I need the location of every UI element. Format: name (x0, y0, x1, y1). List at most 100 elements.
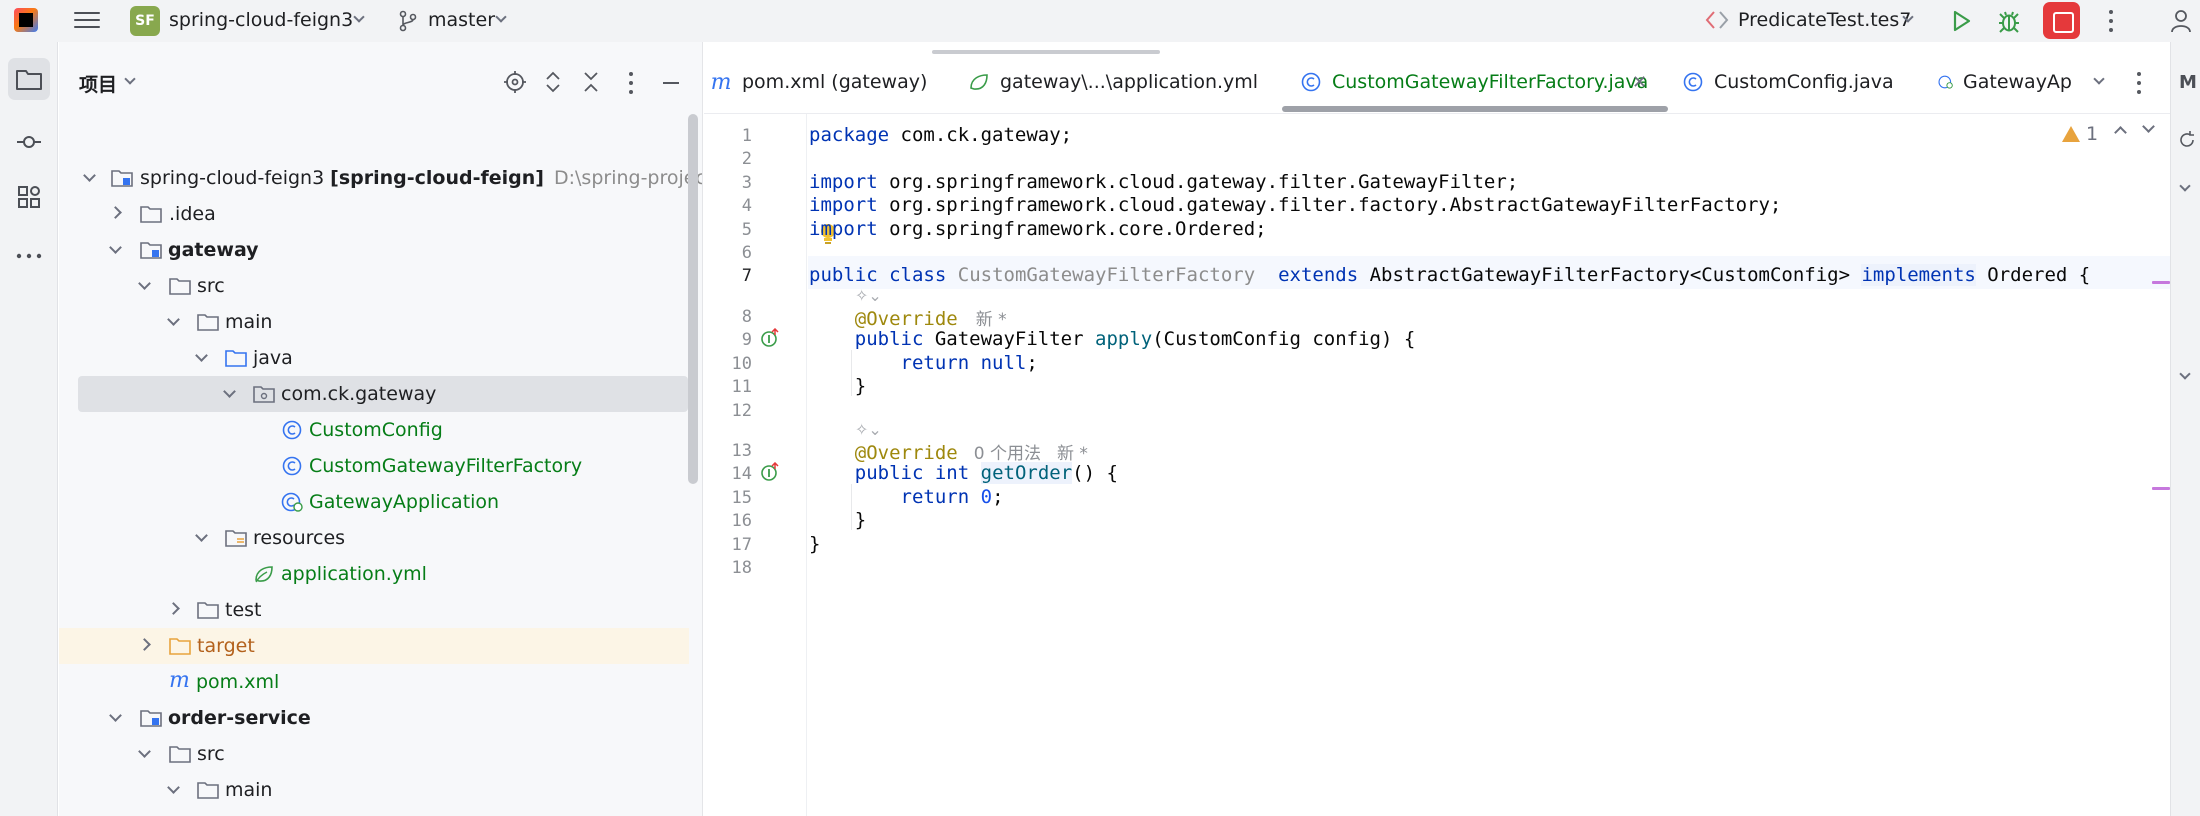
ai-assistant-icon[interactable]: ✧⌄ (855, 286, 882, 305)
close-tab-icon[interactable]: ✕ (1632, 72, 1647, 93)
next-highlight-icon[interactable] (2142, 120, 2155, 133)
line-number: 3 (741, 173, 752, 193)
tree-row[interactable]: resources (59, 520, 689, 556)
error-stripe-mark[interactable] (2152, 281, 2170, 284)
line-number: 15 (731, 488, 752, 508)
warning-count: 1 (2086, 123, 2099, 145)
code-area[interactable]: 1 1 2 3 4 5 6 7 8 9 10 11 12 13 14 15 16… (704, 114, 2170, 816)
tree-row[interactable]: CustomGatewayFilterFactory (59, 448, 689, 484)
chevron-down-icon[interactable] (109, 709, 122, 722)
chevron-down-icon[interactable] (138, 277, 151, 290)
tree-row[interactable]: java (59, 340, 689, 376)
spring-yml-icon (970, 74, 988, 90)
implements-method-icon[interactable] (760, 328, 780, 348)
user-icon[interactable] (2170, 8, 2196, 34)
chevron-down-icon[interactable] (223, 385, 236, 398)
tree-row[interactable]: m pom.xml (59, 664, 689, 700)
tabs-dropdown-icon[interactable] (2093, 73, 2105, 85)
chevron-down-icon[interactable] (2179, 368, 2191, 380)
panel-options-icon[interactable] (628, 72, 634, 94)
editor-tabs: m pom.xml (gateway) gateway\...\applicat… (704, 42, 2170, 114)
project-tool-icon[interactable] (8, 58, 50, 100)
tab-custom-config[interactable]: CustomConfig.java (1682, 62, 1894, 102)
tree-row[interactable]: application.yml (59, 556, 689, 592)
maven-icon: m (710, 69, 732, 95)
chevron-down-icon[interactable] (2179, 180, 2191, 192)
inspection-widget[interactable]: 1 (2062, 114, 2098, 154)
collapse-all-icon[interactable] (579, 70, 603, 94)
run-config-icon[interactable] (1704, 9, 1730, 31)
git-branch-icon[interactable] (398, 10, 418, 32)
chevron-down-icon[interactable] (353, 11, 365, 23)
tab-application-yml[interactable]: gateway\...\application.yml (968, 62, 1258, 102)
line-number: 2 (741, 149, 752, 169)
project-panel-title[interactable]: 项目 (79, 70, 117, 97)
tree-row[interactable]: CustomConfig (59, 412, 689, 448)
chevron-right-icon[interactable] (109, 206, 122, 219)
tab-pom-xml[interactable]: m pom.xml (gateway) (710, 62, 928, 102)
run-icon[interactable] (1948, 8, 1974, 34)
code-line: @Override 0 个用法新 * (854, 442, 1088, 464)
tab-gateway-application[interactable]: GatewayAp (1938, 62, 2072, 102)
tree-row[interactable]: java (59, 808, 689, 816)
tree-item-label: gateway (168, 239, 259, 261)
chevron-down-icon[interactable] (167, 313, 180, 326)
tab-custom-gateway-filter-factory[interactable]: CustomGatewayFilterFactory.java (1300, 62, 1648, 102)
run-config-selector[interactable]: PredicateTest.tes7 (1738, 9, 1911, 31)
maven-tool-icon[interactable]: M (2179, 72, 2197, 93)
folder-icon (197, 314, 219, 331)
branch-name[interactable]: master (428, 9, 495, 31)
intellij-logo-icon[interactable] (14, 8, 38, 32)
chevron-down-icon[interactable] (495, 11, 507, 23)
refresh-icon[interactable] (2177, 130, 2197, 150)
tree-row[interactable]: test (59, 592, 689, 628)
tree-item-label: CustomGatewayFilterFactory (309, 455, 583, 477)
implements-method-icon[interactable] (760, 462, 780, 482)
tree-row[interactable]: src (59, 268, 689, 304)
tree-item-label: GatewayApplication (309, 491, 500, 513)
chevron-down-icon[interactable] (195, 529, 208, 542)
expand-all-icon[interactable] (541, 70, 565, 94)
tree-row[interactable]: spring-cloud-feign3 [spring-cloud-feign] D… (59, 160, 702, 196)
tree-row[interactable]: gateway (59, 232, 689, 268)
tree-row[interactable]: target (59, 628, 689, 664)
module-icon (140, 710, 162, 727)
structure-tool-icon[interactable] (8, 176, 50, 218)
tool-window-strip (0, 42, 58, 816)
stop-icon[interactable] (2043, 2, 2080, 39)
hide-panel-icon[interactable] (663, 82, 679, 84)
project-scrollbar[interactable] (688, 114, 698, 484)
project-name[interactable]: spring-cloud-feign3 (169, 9, 353, 31)
prev-highlight-icon[interactable] (2114, 126, 2127, 139)
tree-row[interactable]: src (59, 736, 689, 772)
chevron-down-icon[interactable] (138, 745, 151, 758)
chevron-down-icon[interactable] (83, 169, 96, 182)
more-actions-icon[interactable] (2108, 10, 2114, 32)
main-menu-icon[interactable] (74, 9, 100, 31)
locate-icon[interactable] (503, 70, 527, 94)
chevron-right-icon[interactable] (138, 638, 151, 651)
tabs-scrollbar[interactable] (932, 50, 1160, 54)
project-badge[interactable]: SF (130, 6, 160, 36)
tree-row[interactable]: order-service (59, 700, 689, 736)
code-line: public GatewayFilter apply(CustomConfig … (854, 328, 1416, 350)
tabs-more-icon[interactable] (2136, 72, 2142, 94)
chevron-down-icon[interactable] (124, 73, 136, 85)
chevron-down-icon[interactable] (167, 781, 180, 794)
commit-tool-icon[interactable] (8, 121, 50, 163)
debug-icon[interactable] (1996, 8, 2022, 34)
maven-icon: m (169, 668, 190, 693)
tree-row[interactable]: .idea (59, 196, 689, 232)
more-tools-icon[interactable] (8, 235, 50, 277)
chevron-right-icon[interactable] (167, 602, 180, 615)
chevron-down-icon[interactable] (195, 349, 208, 362)
tab-label: pom.xml (gateway) (742, 71, 928, 93)
line-number: 10 (731, 354, 752, 374)
ai-assistant-icon[interactable]: ✧⌄ (855, 420, 882, 439)
tree-row[interactable]: main (59, 772, 689, 808)
chevron-down-icon[interactable] (109, 241, 122, 254)
tree-row[interactable]: GatewayApplication (59, 484, 689, 520)
tree-row[interactable]: main (59, 304, 689, 340)
tree-row-selected[interactable]: com.ck.gateway (78, 376, 688, 412)
error-stripe-mark[interactable] (2152, 487, 2170, 490)
